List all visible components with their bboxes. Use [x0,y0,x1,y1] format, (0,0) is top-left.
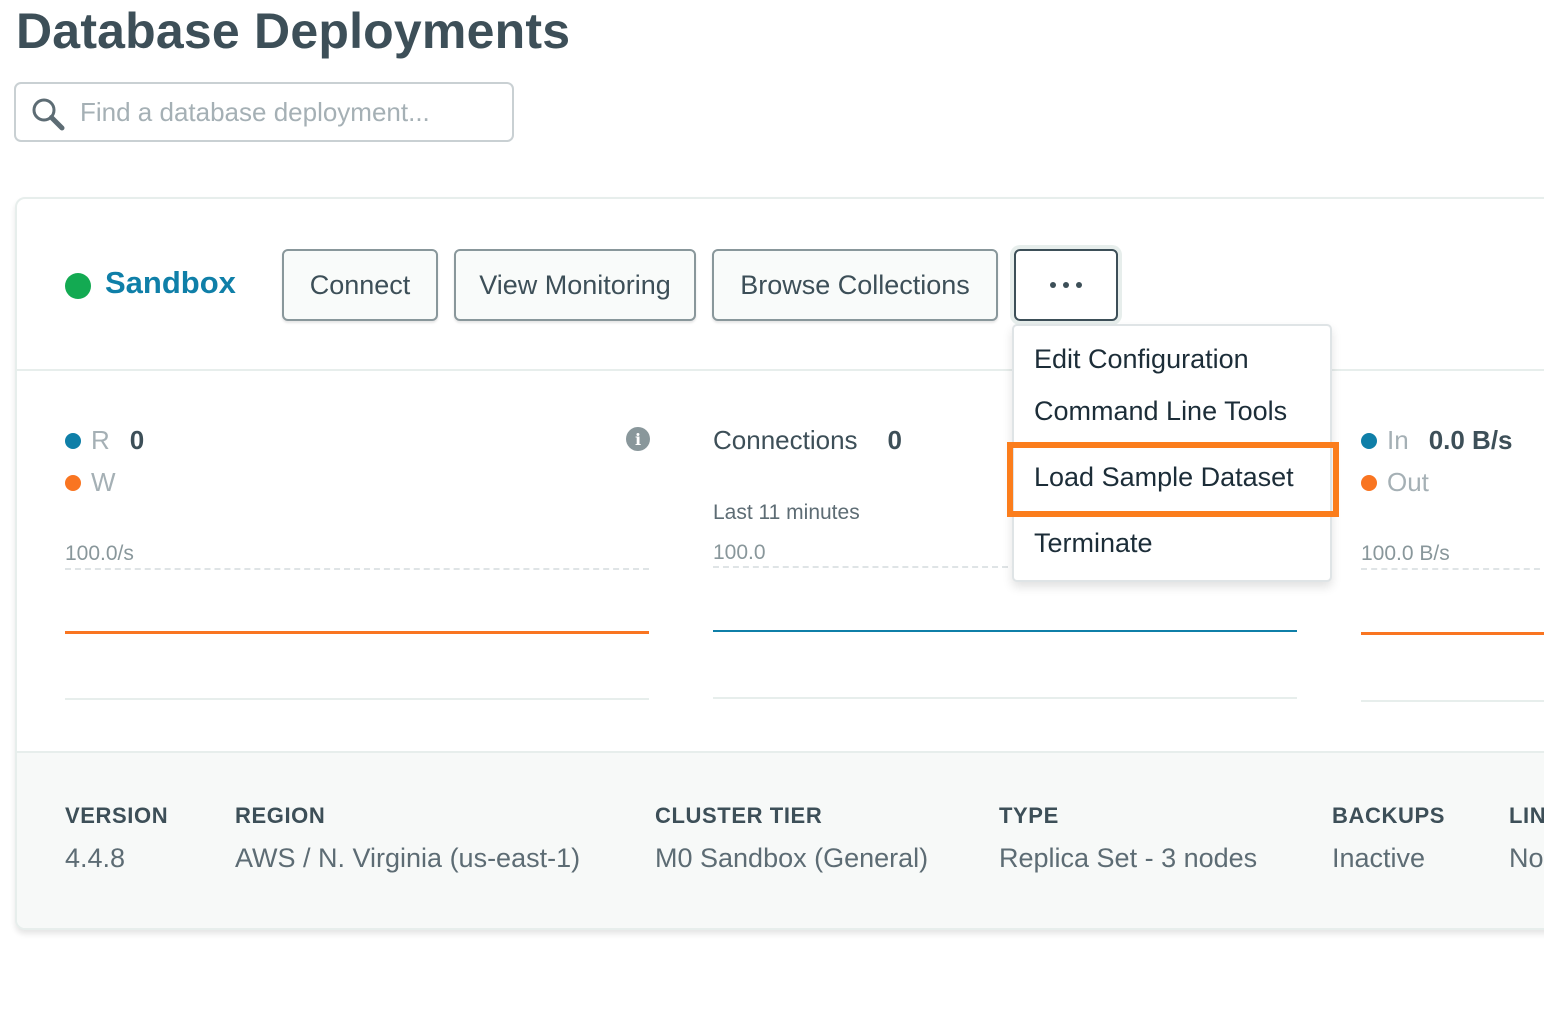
connections-timespan: Last 11 minutes [713,501,860,524]
info-icon[interactable]: i [626,427,650,451]
detail-key: REGION [235,803,326,828]
write-legend: W [65,467,116,498]
detail-type: TYPE Replica Set - 3 nodes [999,803,1257,874]
connections-series-line [713,630,1297,632]
out-series-dot [1361,474,1377,491]
detail-key: CLUSTER TIER [655,803,823,828]
highlight-box [1007,442,1339,517]
read-series-dot [65,432,81,449]
detail-value: Inactive [1332,843,1426,873]
network-out-legend: Out [1361,467,1429,498]
cluster-details: VERSION 4.4.8 REGION AWS / N. Virginia (… [17,751,1544,928]
detail-key: VERSION [65,803,169,828]
detail-key: TYPE [999,803,1059,828]
detail-region: REGION AWS / N. Virginia (us-east-1) [235,803,580,874]
write-series-dot [65,474,81,491]
menu-item-edit-configuration[interactable]: Edit Configuration [1034,344,1249,375]
connections-legend: Connections 0 [713,425,902,456]
search-icon [30,96,66,132]
more-options-button[interactable] [1014,249,1118,321]
connect-button[interactable]: Connect [282,249,438,321]
connections-value: 0 [887,425,903,455]
browse-collections-button[interactable]: Browse Collections [712,249,998,321]
page-title: Database Deployments [16,3,571,59]
menu-item-terminate[interactable]: Terminate [1034,528,1153,559]
in-value: 0.0 B/s [1428,425,1513,455]
search-input[interactable] [80,92,500,132]
in-series-dot [1361,432,1377,449]
connections-scale-label: 100.0 [713,541,766,564]
menu-item-command-line-tools[interactable]: Command Line Tools [1034,396,1287,427]
network-baseline [1361,700,1544,702]
detail-value: AWS / N. Virginia (us-east-1) [235,843,581,873]
detail-linked: LIN No [1509,803,1544,874]
opcounters-max-gridline [65,568,649,570]
network-max-gridline [1361,568,1544,570]
detail-backups: BACKUPS Inactive [1332,803,1445,874]
detail-version: VERSION 4.4.8 [65,803,168,874]
read-label: R [91,425,110,455]
opcounters-metric[interactable]: R 0 W i 100.0/s [17,371,677,751]
in-label: In [1387,425,1409,455]
network-scale-label: 100.0 B/s [1361,542,1450,565]
network-in-legend: In 0.0 B/s [1361,425,1513,456]
detail-value: No [1509,843,1544,873]
opcounters-series-line [65,631,649,634]
cluster-name-link[interactable]: Sandbox [105,265,236,301]
read-legend: R 0 [65,425,144,456]
detail-key: LIN [1509,803,1544,828]
detail-value: M0 Sandbox (General) [655,843,929,873]
cluster-status-dot [65,273,91,299]
view-monitoring-button[interactable]: View Monitoring [454,249,696,321]
detail-value: 4.4.8 [65,843,126,873]
opcounters-scale-label: 100.0/s [65,542,134,565]
out-label: Out [1387,467,1429,497]
read-value: 0 [129,425,145,455]
ellipsis-icon [1050,282,1082,288]
network-metric[interactable]: In 0.0 B/s Out 100.0 B/s [1317,371,1544,751]
opcounters-baseline [65,698,649,700]
connections-baseline [713,697,1297,699]
connections-label: Connections [713,425,858,455]
detail-value: Replica Set - 3 nodes [999,843,1258,873]
write-label: W [91,467,116,497]
network-series-line [1361,632,1544,635]
detail-key: BACKUPS [1332,803,1445,828]
detail-cluster-tier: CLUSTER TIER M0 Sandbox (General) [655,803,928,874]
search-box[interactable] [14,82,514,142]
